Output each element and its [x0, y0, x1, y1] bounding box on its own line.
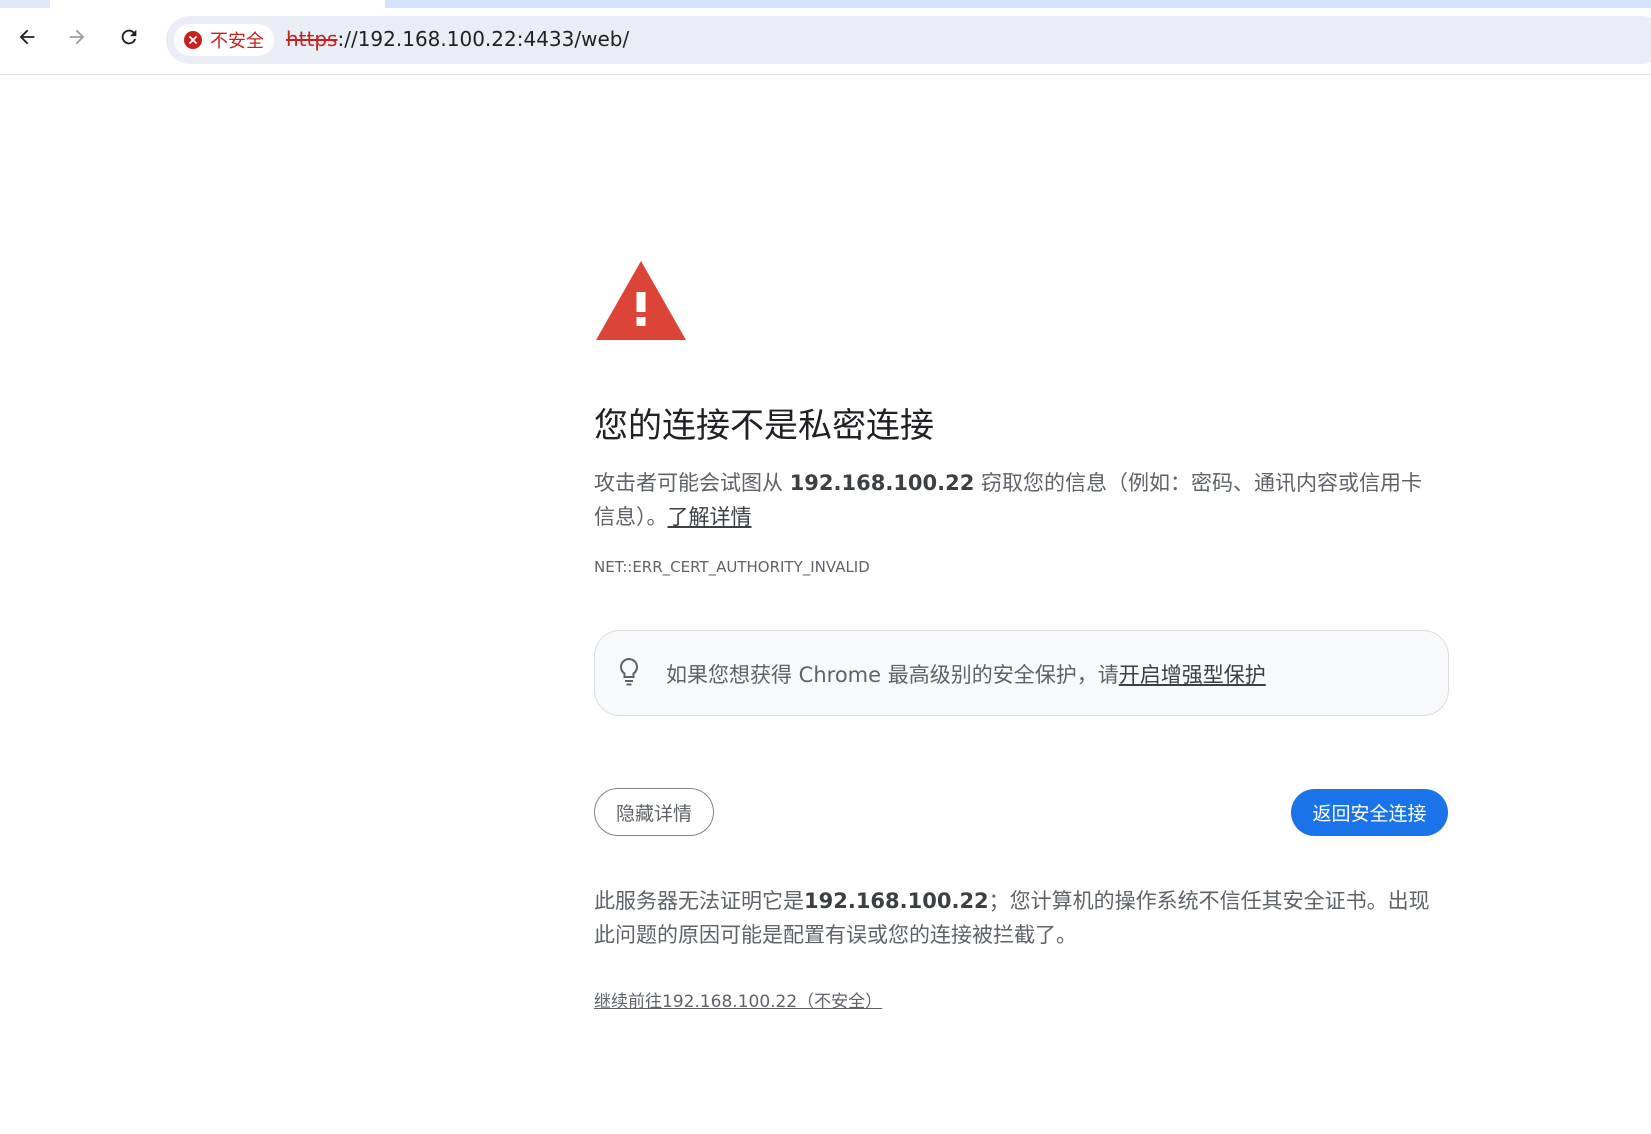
- error-code: NET::ERR_CERT_AUTHORITY_INVALID: [594, 558, 870, 576]
- url-text[interactable]: https://192.168.100.22:4433/web/: [286, 27, 629, 51]
- page-title: 您的连接不是私密连接: [594, 406, 934, 446]
- security-chip[interactable]: 不安全: [174, 24, 274, 56]
- forward-button[interactable]: [60, 20, 94, 54]
- warning-icon: [596, 261, 686, 340]
- browser-toolbar: 不安全 https://192.168.100.22:4433/web/: [0, 8, 1651, 75]
- url-rest: ://192.168.100.22:4433/web/: [337, 27, 630, 51]
- tab-active[interactable]: [50, 0, 385, 8]
- explanation-host: 192.168.100.22: [789, 471, 975, 495]
- back-to-safety-button[interactable]: 返回安全连接: [1291, 789, 1448, 836]
- learn-more-link[interactable]: 了解详情: [668, 505, 752, 529]
- tab-strip: [0, 0, 1651, 8]
- hide-details-button[interactable]: 隐藏详情: [594, 788, 714, 836]
- details-text: 此服务器无法证明它是192.168.100.22；您计算机的操作系统不信任其安全…: [594, 884, 1434, 952]
- proceed-unsafe-link[interactable]: 继续前往192.168.100.22（不安全）: [594, 987, 882, 1012]
- back-arrow-icon: [19, 29, 35, 45]
- tip-message: 如果您想获得 Chrome 最高级别的安全保护，请: [666, 663, 1119, 687]
- explanation-text: 攻击者可能会试图从 192.168.100.22 窃取您的信息（例如：密码、通讯…: [594, 466, 1434, 534]
- url-scheme: https: [286, 27, 338, 51]
- security-chip-label: 不安全: [210, 31, 264, 52]
- explanation-prefix: 攻击者可能会试图从: [594, 471, 790, 495]
- lightbulb-icon: [620, 657, 638, 686]
- address-bar[interactable]: 不安全 https://192.168.100.22:4433/web/: [166, 16, 1651, 64]
- tab-inactive[interactable]: [0, 0, 50, 8]
- reload-icon: [121, 29, 137, 45]
- enhanced-protection-tip: 如果您想获得 Chrome 最高级别的安全保护，请开启增强型保护: [594, 630, 1449, 716]
- forward-arrow-icon: [69, 29, 85, 45]
- reload-button[interactable]: [112, 20, 146, 54]
- details-host: 192.168.100.22: [804, 889, 989, 913]
- tip-text: 如果您想获得 Chrome 最高级别的安全保护，请开启增强型保护: [666, 659, 1266, 689]
- enhanced-protection-link[interactable]: 开启增强型保护: [1119, 663, 1266, 687]
- back-button[interactable]: [10, 20, 44, 54]
- details-prefix: 此服务器无法证明它是: [594, 889, 804, 913]
- not-secure-icon: [184, 31, 202, 49]
